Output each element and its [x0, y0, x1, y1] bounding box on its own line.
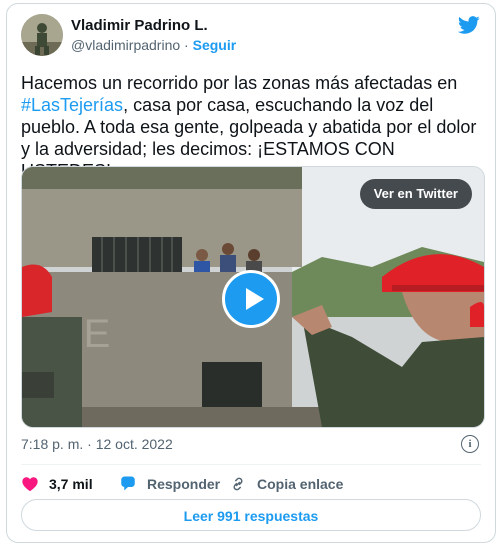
avatar[interactable] — [21, 14, 63, 56]
hashtag-link[interactable]: #LasTejerías — [21, 95, 123, 115]
heart-icon — [22, 477, 38, 492]
video-player[interactable]: SE Ver en Twitter — [21, 166, 485, 428]
action-bar: 3,7 mil Responder Copia enlace — [21, 472, 481, 496]
timestamp[interactable]: 7:18 p. m. · 12 oct. 2022 — [21, 436, 173, 452]
copy-link-button[interactable]: Copia enlace — [229, 472, 343, 496]
read-replies-button[interactable]: Leer 991 respuestas — [21, 499, 481, 531]
reply-button[interactable]: Responder — [119, 472, 220, 496]
info-icon[interactable]: i — [461, 435, 479, 453]
tweet-text-part-1: Hacemos un recorrido por las zonas más a… — [21, 73, 458, 93]
tweet-card: Vladimir Padrino L. @vladimirpadrino · S… — [6, 3, 496, 543]
play-icon[interactable] — [222, 270, 280, 328]
author-handle[interactable]: @vladimirpadrino — [71, 37, 180, 53]
reply-bubble-icon — [121, 476, 135, 491]
follow-button[interactable]: Seguir — [193, 37, 237, 53]
author-name[interactable]: Vladimir Padrino L. — [71, 17, 208, 34]
view-on-twitter-button[interactable]: Ver en Twitter — [359, 179, 472, 209]
likes-count: 3,7 mil — [49, 476, 93, 492]
link-icon — [233, 477, 243, 491]
divider — [21, 464, 481, 465]
separator-dot: · — [184, 37, 189, 53]
author-handle-row: @vladimirpadrino · Seguir — [71, 37, 236, 53]
like-button[interactable]: 3,7 mil — [21, 472, 93, 496]
reply-label: Responder — [147, 476, 221, 492]
twitter-bird-icon[interactable] — [457, 14, 481, 36]
tweet-header: Vladimir Padrino L. @vladimirpadrino · S… — [21, 14, 481, 58]
copy-link-label: Copia enlace — [257, 476, 344, 492]
